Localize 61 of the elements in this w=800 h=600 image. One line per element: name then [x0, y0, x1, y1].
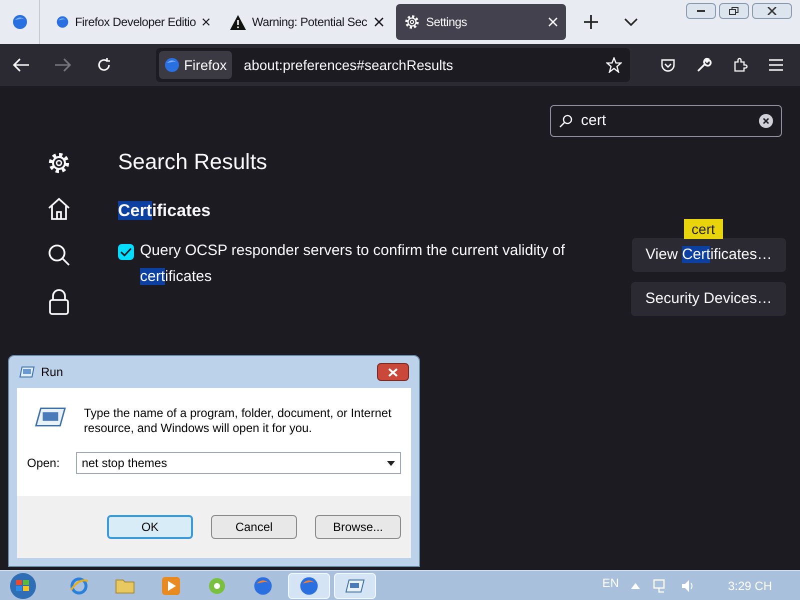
pocket-icon[interactable]	[660, 57, 676, 73]
gear-icon	[404, 14, 420, 30]
identity-label: Firefox	[184, 56, 227, 74]
run-icon[interactable]	[345, 578, 365, 592]
back-arrow-icon[interactable]	[12, 57, 30, 73]
lock-icon[interactable]	[48, 289, 70, 315]
taskbar-button[interactable]	[334, 572, 376, 598]
section-heading: Certificates	[118, 200, 211, 222]
reload-icon[interactable]	[96, 57, 112, 73]
clear-icon[interactable]	[759, 114, 773, 128]
close-icon	[767, 7, 777, 15]
command-combobox[interactable]: net stop themes	[76, 452, 401, 474]
restore-icon	[729, 7, 739, 15]
firefox-icon[interactable]	[12, 14, 28, 30]
firefox-icon	[56, 14, 70, 30]
checkbox-label: Query OCSP responder servers to confirm the current validity of certificates	[140, 241, 566, 287]
run-icon	[35, 406, 66, 428]
home-icon[interactable]	[47, 197, 71, 221]
run-icon	[19, 366, 35, 378]
star-icon[interactable]	[606, 57, 622, 73]
dialog-title: Run	[41, 364, 64, 381]
firefox-icon	[164, 57, 180, 73]
dialog-button[interactable]: Cancel	[211, 515, 297, 539]
dialog-button[interactable]: OK	[107, 515, 193, 539]
tab[interactable]: Warning: Potential Sec	[222, 4, 392, 40]
tab[interactable]: Settings	[396, 4, 566, 40]
close-icon[interactable]	[202, 17, 210, 27]
close-icon	[388, 368, 398, 376]
firefox-icon[interactable]	[253, 576, 273, 596]
chevron-down-icon[interactable]	[624, 18, 638, 26]
close-icon[interactable]	[374, 17, 384, 27]
firefox-icon[interactable]	[299, 576, 319, 596]
settings-button[interactable]: Security Devices…	[631, 282, 786, 316]
play-icon[interactable]	[162, 576, 180, 594]
checkbox[interactable]	[118, 244, 134, 260]
warning-icon	[230, 14, 246, 30]
search-tooltip: cert	[684, 219, 723, 239]
plus-icon	[584, 15, 598, 29]
page-heading: Search Results	[118, 148, 268, 176]
open-label: Open:	[27, 455, 60, 472]
dropdown-arrow-icon[interactable]	[387, 460, 395, 466]
puzzle-icon[interactable]	[732, 57, 748, 73]
search-icon	[559, 114, 573, 128]
minimize-button[interactable]	[686, 3, 716, 19]
minimize-icon	[697, 10, 705, 12]
tab[interactable]: Firefox Developer Editio	[48, 4, 218, 40]
close-button[interactable]	[377, 363, 409, 381]
gear-icon[interactable]	[47, 151, 71, 175]
search-icon[interactable]	[47, 243, 71, 267]
dialog-button[interactable]: Browse...	[315, 515, 401, 539]
taskbar-button[interactable]	[288, 572, 330, 598]
wrench-icon[interactable]	[696, 57, 712, 73]
restore-button[interactable]	[719, 3, 749, 19]
dialog-description: Type the name of a program, folder, document, or Internet resource, and Windows will open it for you.	[84, 406, 392, 436]
forward-arrow-icon[interactable]	[54, 57, 72, 73]
settings-button[interactable]: View Certificates…	[632, 238, 786, 272]
address-bar[interactable]: Firefox about:preferences#searchResults	[156, 48, 630, 82]
close-button[interactable]	[752, 3, 792, 19]
menu-icon[interactable]	[768, 58, 784, 72]
url-text: about:preferences#searchResults	[244, 56, 454, 75]
search-field[interactable]: cert	[550, 105, 782, 137]
